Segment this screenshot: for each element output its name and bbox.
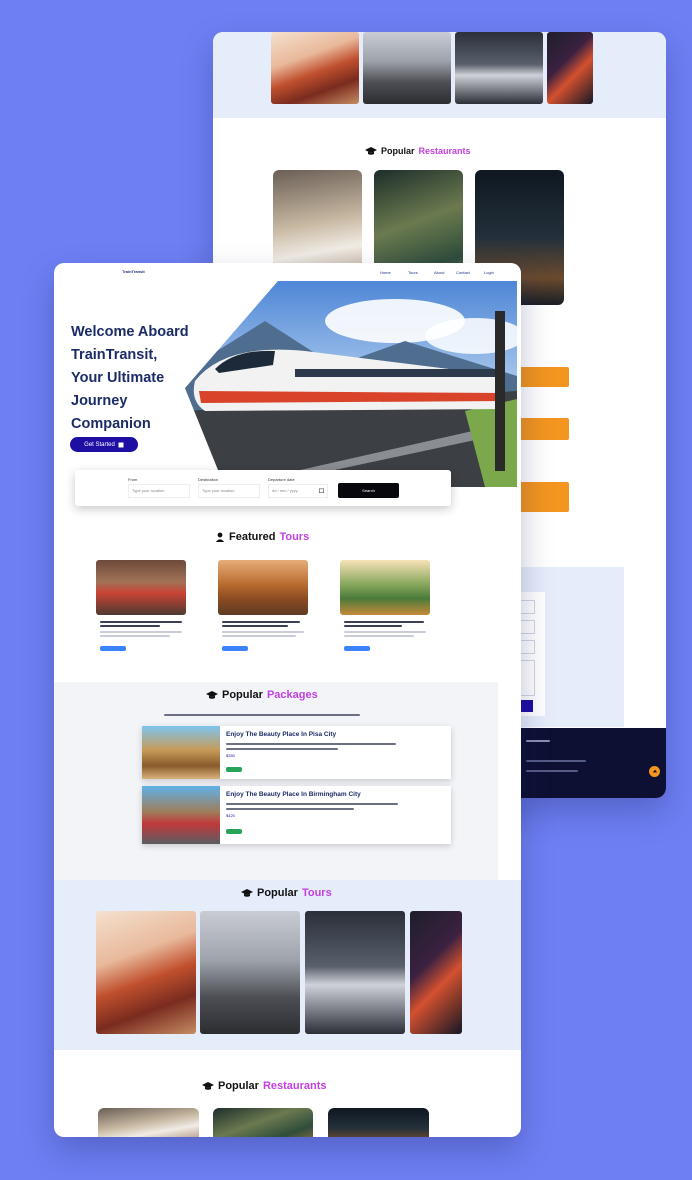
featured-title-line: [344, 625, 402, 627]
tour-image-bridge[interactable]: [410, 911, 462, 1034]
tour-image-dome[interactable]: [305, 911, 405, 1034]
featured-tours-title: Featured Tours: [215, 531, 309, 543]
restaurant-image-lounge[interactable]: [328, 1108, 429, 1137]
contact-form: [520, 592, 545, 716]
popular-tours-title: Popular Tours: [241, 887, 332, 899]
featured-image-2: [218, 560, 308, 615]
footer: [520, 728, 666, 798]
orange-cta-2[interactable]: [520, 418, 569, 440]
contact-section: [520, 567, 624, 727]
package-image-pisa: [142, 726, 220, 779]
package-price: $350: [226, 753, 235, 758]
header: TrainTransit Home Tours About Contact Lo…: [54, 263, 521, 281]
footer-line-2: [526, 760, 586, 762]
featured-card-3[interactable]: [340, 560, 430, 655]
featured-desc-line: [100, 631, 182, 633]
package-card-1[interactable]: Enjoy The Beauty Place In Pisa City $350: [142, 726, 451, 779]
nav-login[interactable]: Login: [484, 270, 494, 275]
package-book-button[interactable]: [226, 767, 242, 772]
featured-title-line: [222, 621, 300, 623]
nav-tours[interactable]: Tours: [408, 270, 418, 275]
featured-desc-line: [344, 635, 414, 637]
package-card-2[interactable]: Enjoy The Beauty Place In Birmingham Cit…: [142, 786, 451, 844]
featured-image-3: [340, 560, 430, 615]
form-input-2[interactable]: [520, 620, 535, 634]
destination-label: Destination: [198, 477, 219, 482]
get-started-button[interactable]: Get Started: [70, 437, 138, 452]
orange-cta-1[interactable]: [520, 367, 569, 387]
featured-title-line: [222, 625, 288, 627]
back-restaurants-title: Popular Restaurants: [365, 146, 471, 156]
front-page-preview: TrainTransit Home Tours About Contact Lo…: [54, 263, 521, 1137]
featured-image-1: [96, 560, 186, 615]
featured-desc-line: [222, 635, 296, 637]
destination-input[interactable]: Type your location: [198, 484, 260, 498]
popular-tours-strip: [213, 32, 666, 118]
nav-home[interactable]: Home: [380, 270, 391, 275]
graduation-cap-icon: [206, 691, 218, 699]
package-title[interactable]: Enjoy The Beauty Place In Birmingham Cit…: [226, 791, 361, 798]
package-desc-line: [226, 743, 396, 745]
package-desc-line: [226, 808, 354, 810]
tour-image-tree[interactable]: [271, 32, 359, 104]
restaurant-image-garden[interactable]: [213, 1108, 313, 1137]
package-price: $420: [226, 813, 235, 818]
from-label: From: [128, 477, 138, 482]
date-label: Departure date: [268, 477, 295, 482]
popular-packages-title: Popular Packages: [206, 689, 318, 701]
nav-contact[interactable]: Contact: [456, 270, 470, 275]
graduation-cap-icon: [241, 889, 253, 897]
search-button[interactable]: Search: [338, 483, 399, 498]
user-icon: [215, 532, 225, 542]
package-desc-line: [226, 803, 398, 805]
calendar-icon[interactable]: [319, 488, 324, 493]
featured-read-more[interactable]: [344, 646, 370, 651]
popular-tours-section: Popular Tours: [54, 880, 521, 1050]
form-input-3[interactable]: [520, 640, 535, 654]
form-input-1[interactable]: [520, 600, 535, 614]
featured-title-line: [344, 621, 424, 623]
restaurant-image-wine[interactable]: [98, 1108, 199, 1137]
back-to-top-button[interactable]: [649, 766, 660, 777]
footer-line-1: [526, 740, 550, 742]
tour-image-bridge[interactable]: [547, 32, 593, 104]
package-title[interactable]: Enjoy The Beauty Place In Pisa City: [226, 731, 336, 738]
featured-read-more[interactable]: [100, 646, 126, 651]
arrow-up-icon: [652, 769, 657, 772]
nav-about[interactable]: About: [434, 270, 444, 275]
arrow-right-icon: [118, 442, 124, 447]
graduation-cap-icon: [202, 1082, 214, 1090]
tour-image-tree[interactable]: [96, 911, 196, 1034]
featured-title-line: [100, 621, 182, 623]
brand-logo[interactable]: TrainTransit: [122, 269, 145, 274]
from-input[interactable]: Type your location: [128, 484, 190, 498]
graduation-cap-icon: [365, 147, 377, 155]
featured-card-1[interactable]: [96, 560, 186, 655]
tour-image-tower[interactable]: [200, 911, 300, 1034]
search-bar: From Type your location Destination Type…: [75, 470, 451, 506]
date-input[interactable]: dd / mm / yyyy: [268, 484, 328, 498]
package-desc-line: [226, 748, 338, 750]
featured-card-2[interactable]: [218, 560, 308, 655]
hero-image: [185, 281, 517, 487]
tour-image-dome[interactable]: [455, 32, 543, 104]
footer-line-3: [526, 770, 578, 772]
train-illustration: [185, 281, 517, 487]
featured-title-line: [100, 625, 160, 627]
popular-packages-section: Popular Packages Enjoy The Beauty Place …: [54, 682, 498, 880]
package-image-birmingham: [142, 786, 220, 844]
featured-desc-line: [344, 631, 426, 633]
popular-restaurants-title: Popular Restaurants: [202, 1080, 327, 1092]
tour-image-tower[interactable]: [363, 32, 451, 104]
form-textarea[interactable]: [520, 660, 535, 696]
package-book-button[interactable]: [226, 829, 242, 834]
featured-desc-line: [222, 631, 304, 633]
packages-subtitle: [164, 714, 360, 716]
featured-desc-line: [100, 635, 170, 637]
hero-title: Welcome Aboard TrainTransit, Your Ultima…: [71, 324, 189, 432]
orange-cta-3[interactable]: [520, 482, 569, 512]
featured-read-more[interactable]: [222, 646, 248, 651]
form-submit[interactable]: [520, 700, 533, 712]
